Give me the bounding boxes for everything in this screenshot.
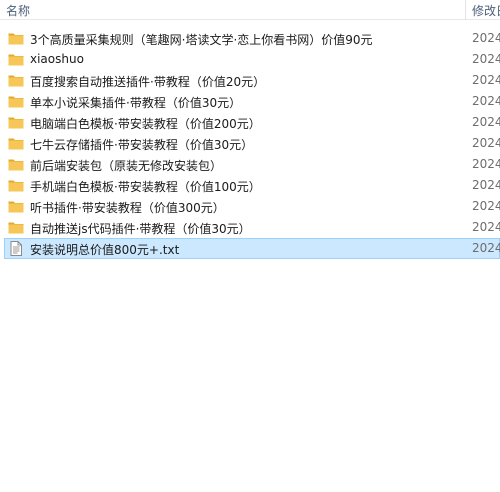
item-name: 3个高质量采集规则（笔趣网·塔读文学·恋上你看书网）价值90元 (30, 33, 373, 47)
item-name: 前后端安装包（原装无修改安装包） (30, 159, 223, 173)
folder-row[interactable]: 七牛云存储插件·带安装教程（价值30元） 2024 (0, 133, 500, 154)
file-list: 3个高质量采集规则（笔趣网·塔读文学·恋上你看书网）价值90元 2024 xiao… (0, 28, 500, 259)
folder-row[interactable]: xiaoshuo 2024 (0, 49, 500, 70)
folder-row[interactable]: 自动推送js代码插件·带教程（价值30元） 2024 (0, 217, 500, 238)
folder-icon (8, 136, 24, 151)
item-date: 2024 (472, 94, 500, 108)
folder-row[interactable]: 单本小说采集插件·带教程（价值30元） 2024 (0, 91, 500, 112)
item-name: 安装说明总价值800元+.txt (30, 243, 180, 257)
folder-row[interactable]: 前后端安装包（原装无修改安装包） 2024 (0, 154, 500, 175)
folder-icon (8, 199, 24, 214)
item-name: 百度搜索自动推送插件·带教程（价值20元） (30, 75, 266, 89)
folder-row[interactable]: 电脑端白色模板·带安装教程（价值200元） 2024 (0, 112, 500, 133)
folder-icon (8, 157, 24, 172)
file-row[interactable]: 安装说明总价值800元+.txt 2024 (0, 238, 500, 259)
column-header: 名称 修改日期 (0, 0, 500, 20)
column-header-name[interactable]: 名称 (6, 2, 30, 19)
item-name: 手机端白色模板·带安装教程（价值100元） (30, 180, 261, 194)
item-date: 2024 (472, 136, 500, 150)
item-name: 单本小说采集插件·带教程（价值30元） (30, 96, 242, 110)
folder-icon (8, 94, 24, 109)
item-date: 2024 (472, 220, 500, 234)
folder-icon (8, 178, 24, 193)
text-file-icon (8, 241, 24, 256)
folder-row[interactable]: 3个高质量采集规则（笔趣网·塔读文学·恋上你看书网）价值90元 2024 (0, 28, 500, 49)
item-name: 电脑端白色模板·带安装教程（价值200元） (30, 117, 261, 131)
column-divider[interactable] (465, 0, 466, 20)
folder-icon (8, 73, 24, 88)
item-name: xiaoshuo (30, 52, 84, 66)
folder-row[interactable]: 听书插件·带安装教程（价值300元） 2024 (0, 196, 500, 217)
item-name: 七牛云存储插件·带安装教程（价值30元） (30, 138, 254, 152)
item-date: 2024 (472, 73, 500, 87)
column-header-date[interactable]: 修改日期 (472, 2, 500, 19)
item-name: 自动推送js代码插件·带教程（价值30元） (30, 222, 251, 236)
item-date: 2024 (472, 31, 500, 45)
item-date: 2024 (472, 178, 500, 192)
folder-icon (8, 31, 24, 46)
folder-row[interactable]: 手机端白色模板·带安装教程（价值100元） 2024 (0, 175, 500, 196)
item-date: 2024 (472, 52, 500, 66)
item-name: 听书插件·带安装教程（价值300元） (30, 201, 225, 215)
item-date: 2024 (472, 199, 500, 213)
folder-icon (8, 220, 24, 235)
folder-icon (8, 115, 24, 130)
folder-row[interactable]: 百度搜索自动推送插件·带教程（价值20元） 2024 (0, 70, 500, 91)
item-date: 2024 (472, 157, 500, 171)
item-date: 2024 (472, 241, 500, 255)
folder-icon (8, 52, 24, 67)
item-date: 2024 (472, 115, 500, 129)
